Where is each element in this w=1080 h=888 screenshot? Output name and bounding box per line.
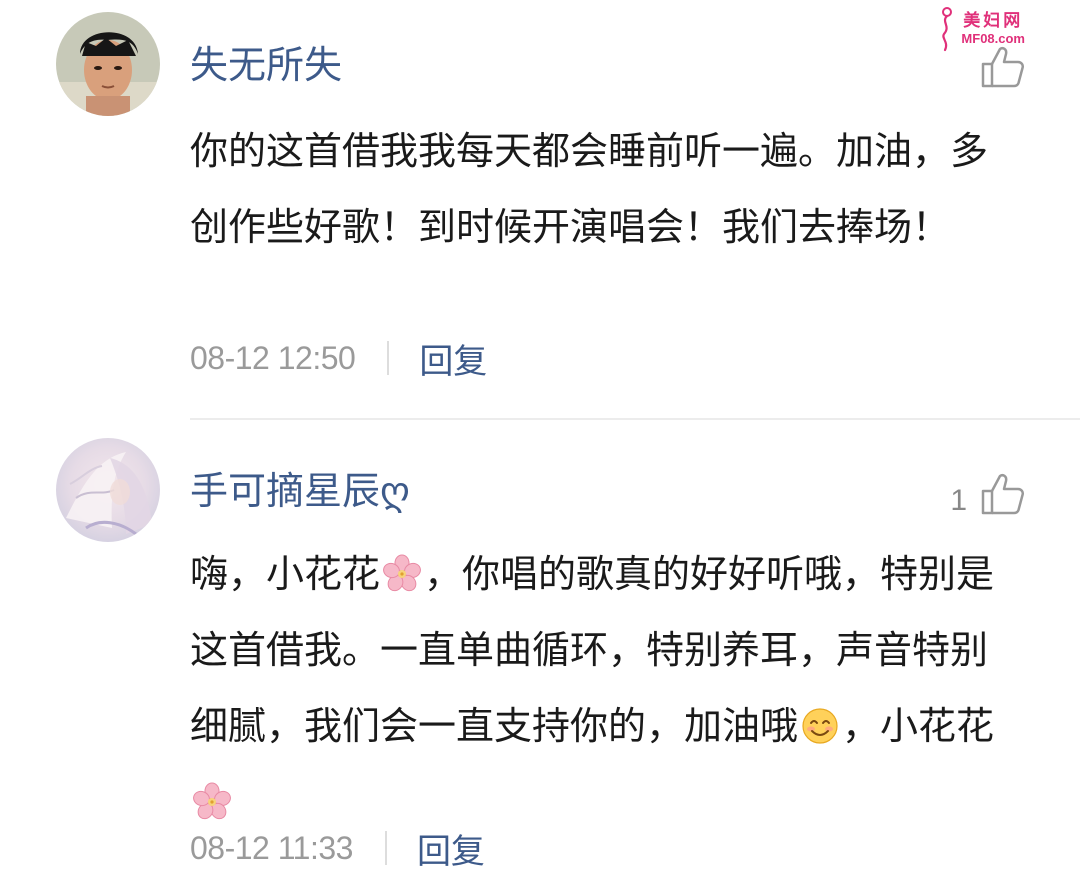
watermark-text-cn: 美妇网 <box>963 11 1024 31</box>
user-photo-icon <box>56 12 160 116</box>
cherry-blossom-icon <box>383 554 421 592</box>
timestamp: 08-12 11:33 <box>190 829 353 866</box>
thumbs-up-icon <box>981 46 1024 88</box>
like-button[interactable] <box>967 46 1025 88</box>
separator <box>387 341 390 375</box>
comment-text-part: 嗨，小花花 <box>190 552 381 596</box>
separator <box>384 831 387 865</box>
like-count: 1 <box>950 484 967 517</box>
timestamp: 08-12 12:50 <box>190 339 356 376</box>
comment-text: 嗨，小花花 ，你唱的歌真的好好听哦，特别是这首借我。一直单曲循环，特别养耳，声音… <box>190 536 1020 840</box>
comment-text-part: ，小花花 <box>842 704 995 748</box>
comment-text: 你的这首借我我每天都会睡前听一遍。加油，多创作些好歌！到时候开演唱会！我们去捧场… <box>190 129 989 249</box>
user-photo-icon <box>56 438 160 542</box>
comment-meta: 08-12 12:50 回复 <box>190 338 487 382</box>
comment-meta: 08-12 11:33 回复 <box>190 828 485 872</box>
reply-button[interactable]: 回复 <box>419 334 487 383</box>
woman-silhouette-icon <box>942 7 953 52</box>
watermark-text-en: MF08.com <box>961 31 1025 46</box>
avatar[interactable] <box>56 438 160 542</box>
avatar[interactable] <box>56 12 160 116</box>
reply-button[interactable]: 回复 <box>417 824 485 873</box>
cherry-blossom-icon <box>193 782 231 820</box>
comment-divider <box>190 418 1080 420</box>
smiling-face-icon <box>802 708 838 744</box>
like-button[interactable]: 1 <box>950 472 1025 516</box>
username[interactable]: 失无所失 <box>190 46 342 84</box>
thumbs-up-icon <box>981 473 1024 515</box>
username[interactable]: 手可摘星辰ღ <box>190 472 410 510</box>
